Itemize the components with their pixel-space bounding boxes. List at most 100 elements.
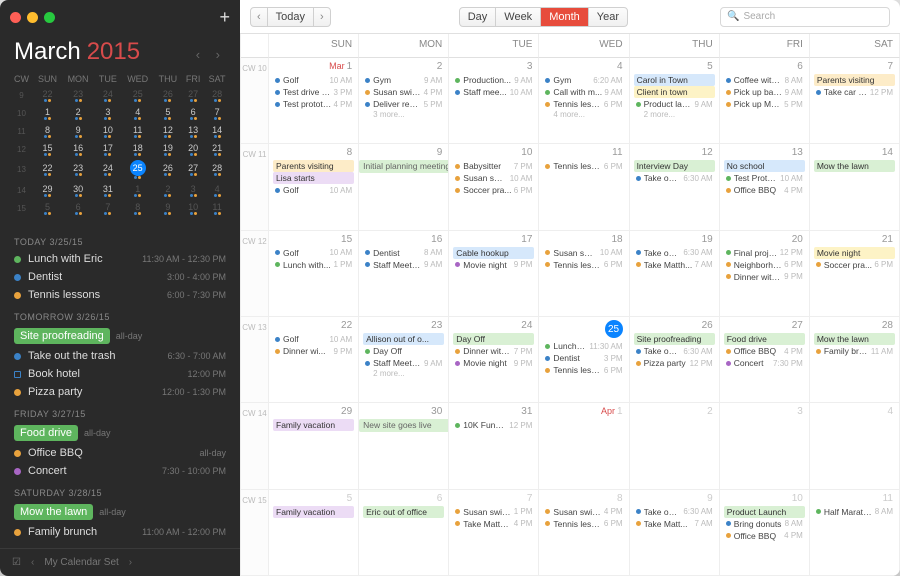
event-item[interactable]: Staff mee...10 AM xyxy=(453,86,534,98)
day-cell[interactable]: 7Parents visitingTake car in...12 PM xyxy=(810,58,900,144)
day-cell[interactable]: 11Half Marathon8 AM xyxy=(810,490,900,576)
day-cell[interactable]: 3Production...9 AMStaff mee...10 AM xyxy=(449,58,539,144)
event-item[interactable]: Family brun...11 AM xyxy=(814,345,895,357)
event-item[interactable]: Dentist3 PM xyxy=(543,352,624,364)
day-cell[interactable]: 23Allison out of o...Day OffStaff Meetin… xyxy=(359,317,449,403)
event-item[interactable]: Test prototype4 PM xyxy=(273,98,354,110)
day-cell[interactable]: 16Dentist8 AMStaff Meeting9 AM xyxy=(359,231,449,317)
event-item[interactable]: Golf10 AM xyxy=(273,184,354,196)
close-icon[interactable] xyxy=(10,12,21,23)
event-item[interactable]: Take out...6:30 AM xyxy=(634,506,715,518)
event-item[interactable]: Dentist8 AM xyxy=(363,247,444,259)
more-link[interactable]: 2 more... xyxy=(363,369,444,378)
event-item[interactable]: Lunch with...1 PM xyxy=(273,259,354,271)
event-allday[interactable]: Eric out of office xyxy=(363,506,444,518)
day-cell[interactable]: Apr1 xyxy=(539,403,629,489)
event-item[interactable]: Take Matth...7 AM xyxy=(634,259,715,271)
event-span[interactable]: New site goes live xyxy=(359,419,449,432)
checkbox-icon[interactable]: ☑ xyxy=(12,557,21,568)
event-item[interactable]: Take out...6:30 AM xyxy=(634,172,715,184)
day-cell[interactable]: 9Yard waste coll...Initial planning meet… xyxy=(359,144,449,230)
event-item[interactable]: 10K Fundr...12 PM xyxy=(453,419,534,431)
agenda-item[interactable]: Concert7:30 - 10:00 PM xyxy=(0,462,240,480)
day-cell[interactable]: 11Tennis lessons6 PM xyxy=(539,144,629,230)
day-cell[interactable]: 26Site proofreadingTake out...6:30 AMPiz… xyxy=(630,317,720,403)
day-cell[interactable]: 28Mow the lawnFamily brun...11 AM xyxy=(810,317,900,403)
event-item[interactable]: Susan swim...4 PM xyxy=(363,86,444,98)
event-item[interactable]: Product lau...9 AM xyxy=(634,98,715,110)
day-cell[interactable]: 24Day OffDinner with...7 PMMovie night9 … xyxy=(449,317,539,403)
day-cell[interactable]: 29Family vacation xyxy=(269,403,359,489)
day-cell[interactable]: 20Final projec...12 PMNeighborho...6 PMD… xyxy=(720,231,810,317)
event-allday[interactable]: Interview Day xyxy=(634,160,715,172)
event-allday[interactable]: Site proofreading xyxy=(634,333,715,345)
event-item[interactable]: Concert7:30 PM xyxy=(724,357,805,369)
day-cell[interactable]: 8Susan swim...4 PMTennis less...6 PM xyxy=(539,490,629,576)
day-cell[interactable]: 2Gym9 AMSusan swim...4 PMDeliver reports… xyxy=(359,58,449,144)
event-item[interactable]: Pick up bagels9 AM xyxy=(724,86,805,98)
event-item[interactable]: Susan swim...10 AM xyxy=(543,247,624,259)
event-allday[interactable]: No school xyxy=(724,160,805,172)
event-allday[interactable]: Mow the lawn xyxy=(814,160,895,172)
minimize-icon[interactable] xyxy=(27,12,38,23)
more-link[interactable]: 4 more... xyxy=(543,110,624,119)
day-cell[interactable]: 10Babysitter7 PMSusan swi...10 AMSoccer … xyxy=(449,144,539,230)
day-cell[interactable]: 25Lunch wi...11:30 AMDentist3 PMTennis l… xyxy=(539,317,629,403)
event-item[interactable]: Dinner with...9 PM xyxy=(724,271,805,283)
day-cell[interactable]: 9Take out...6:30 AMTake Matt...7 AM xyxy=(630,490,720,576)
agenda-item[interactable]: Tennis lessons6:00 - 7:30 PM xyxy=(0,286,240,304)
event-item[interactable]: Staff Meeting9 AM xyxy=(363,357,444,369)
event-item[interactable]: Lunch wi...11:30 AM xyxy=(543,340,624,352)
event-allday[interactable]: Lisa starts xyxy=(273,172,354,184)
event-allday[interactable]: Carol in Town xyxy=(634,74,715,86)
event-allday[interactable]: Client in town xyxy=(634,86,715,98)
view-tab-month[interactable]: Month xyxy=(541,7,589,27)
next-button[interactable]: › xyxy=(314,7,330,27)
today-button[interactable]: Today xyxy=(268,7,314,27)
event-item[interactable]: Dinner with...7 PM xyxy=(453,345,534,357)
day-cell[interactable]: 2 xyxy=(630,403,720,489)
event-item[interactable]: Susan swi...10 AM xyxy=(453,172,534,184)
day-cell[interactable]: 5Family vacation xyxy=(269,490,359,576)
event-allday[interactable]: Day Off xyxy=(453,333,534,345)
event-item[interactable]: Soccer pra...6 PM xyxy=(453,184,534,196)
zoom-icon[interactable] xyxy=(44,12,55,23)
event-item[interactable]: Office BBQ4 PM xyxy=(724,345,805,357)
event-item[interactable]: Gym9 AM xyxy=(363,74,444,86)
day-cell[interactable]: 5Carol in TownClient in townProduct lau.… xyxy=(630,58,720,144)
event-item[interactable]: Take out...6:30 AM xyxy=(634,247,715,259)
day-cell[interactable]: 3110K Fundr...12 PM xyxy=(449,403,539,489)
event-item[interactable]: Tennis less...6 PM xyxy=(543,364,624,376)
event-item[interactable]: Soccer pra...6 PM xyxy=(814,259,895,271)
event-item[interactable]: Take out...6:30 AM xyxy=(634,345,715,357)
day-cell[interactable]: 8Parents visitingLisa startsGolf10 AM xyxy=(269,144,359,230)
event-item[interactable]: Take Matt...7 AM xyxy=(634,518,715,530)
more-link[interactable]: 3 more... xyxy=(363,110,444,119)
day-cell[interactable]: 12Interview DayTake out...6:30 AM xyxy=(630,144,720,230)
calendar-set-label[interactable]: My Calendar Set xyxy=(44,557,118,568)
view-tab-day[interactable]: Day xyxy=(460,7,497,27)
event-item[interactable]: Pick up Mat...5 PM xyxy=(724,98,805,110)
agenda-item[interactable]: Site proofreadingall-day xyxy=(0,325,240,347)
event-allday[interactable]: Cable hookup xyxy=(453,247,534,259)
view-tab-year[interactable]: Year xyxy=(589,7,627,27)
add-event-button[interactable]: + xyxy=(219,8,230,26)
month-nav[interactable]: ‹ › xyxy=(196,47,226,62)
event-allday[interactable]: Parents visiting xyxy=(814,74,895,86)
event-item[interactable]: Tennis lessons6 PM xyxy=(543,160,624,172)
agenda-item[interactable]: Office BBQall-day xyxy=(0,444,240,462)
event-item[interactable]: Day Off xyxy=(363,345,444,357)
agenda-item[interactable]: Book hotel12:00 PM xyxy=(0,365,240,383)
event-allday[interactable]: Mow the lawn xyxy=(814,333,895,345)
event-item[interactable]: Tennis less...6 PM xyxy=(543,518,624,530)
event-item[interactable]: Take Matth...4 PM xyxy=(453,518,534,530)
day-cell[interactable]: 7Susan swim...1 PMTake Matth...4 PM xyxy=(449,490,539,576)
event-item[interactable]: Production...9 AM xyxy=(453,74,534,86)
agenda-item[interactable]: Lunch with Eric11:30 AM - 12:30 PM xyxy=(0,250,240,268)
event-item[interactable]: Tennis lessons6 PM xyxy=(543,259,624,271)
event-item[interactable]: Gym6:20 AM xyxy=(543,74,624,86)
event-item[interactable]: Test Protot...10 AM xyxy=(724,172,805,184)
agenda-item[interactable]: Family brunch11:00 AM - 12:00 PM xyxy=(0,523,240,541)
event-item[interactable]: Movie night9 PM xyxy=(453,259,534,271)
event-item[interactable]: Bring donuts8 AM xyxy=(724,518,805,530)
